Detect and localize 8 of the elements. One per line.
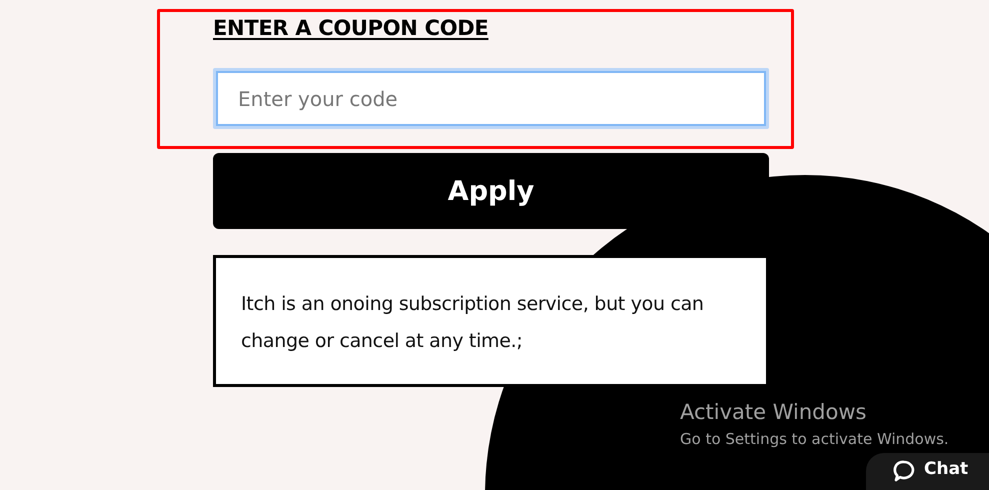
activation-title: Activate Windows (680, 400, 866, 424)
chat-button[interactable]: Chat (866, 453, 989, 490)
apply-button[interactable]: Apply (213, 153, 769, 229)
subscription-note: Itch is an onoing subscription service, but you can change or cancel at any time.; (241, 292, 705, 354)
code-input-field[interactable]: Enter your code (213, 68, 769, 129)
speech-bubble-icon (892, 459, 916, 483)
coupon-heading: ENTER A COUPON CODE (213, 16, 488, 40)
activation-subtitle: Go to Settings to activate Windows. (680, 430, 949, 448)
